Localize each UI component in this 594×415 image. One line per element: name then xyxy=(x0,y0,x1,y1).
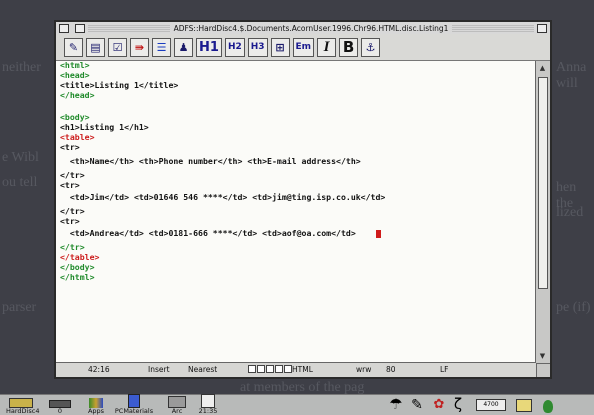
file-type: HTML xyxy=(292,365,313,374)
bg-line: Anna will xyxy=(556,60,587,91)
vertical-scrollbar[interactable]: ▲ ▼ xyxy=(535,61,550,363)
code-line: <html> xyxy=(60,61,90,70)
code-line: <h1>Listing 1</h1> xyxy=(60,122,149,132)
draw-icon[interactable]: ✎ xyxy=(408,397,426,413)
scroll-up-icon[interactable]: ▲ xyxy=(537,63,548,73)
italic-button[interactable]: I xyxy=(317,37,337,57)
flag-squares xyxy=(248,365,293,374)
code-line: <tr> xyxy=(60,216,80,226)
code-line: <body> xyxy=(60,112,90,122)
apps-icon[interactable]: Apps xyxy=(84,398,108,415)
text-cursor xyxy=(376,230,381,238)
h2-button[interactable]: H2 xyxy=(224,37,245,57)
editor-window[interactable]: ADFS::HardDisc4.$.Documents.AcornUser.19… xyxy=(54,20,552,379)
toolbar: ✎ ▤ ☑ ⇛ ☰ ♟ H1 H2 H3 ⊞ Em I B ⚓ xyxy=(56,34,550,61)
bg-line: neither xyxy=(2,60,41,75)
toggle-size-button[interactable] xyxy=(537,23,547,33)
list-icon[interactable]: ▤ xyxy=(86,37,105,57)
window-title-area[interactable]: ADFS::HardDisc4.$.Documents.AcornUser.19… xyxy=(88,23,534,33)
text-area[interactable]: <html> <head> <title>Listing 1</title> <… xyxy=(56,61,536,363)
memory-display[interactable]: 4700 xyxy=(476,399,506,411)
display-icon[interactable] xyxy=(516,399,534,412)
image-icon[interactable]: ♟ xyxy=(174,37,193,57)
icon-bar: HardDisc4 0 Apps PCMaterials Arc 21:35 ☂… xyxy=(0,394,594,415)
line-ending: LF xyxy=(440,365,449,374)
code-line: </tr> xyxy=(60,170,85,180)
em-button[interactable]: Em xyxy=(292,37,315,57)
clock-icon[interactable]: 21:35 xyxy=(194,394,222,415)
code-line: </table> xyxy=(60,252,100,262)
blockquote-button[interactable]: ⊞ xyxy=(270,37,290,57)
bg-line: ou tell xyxy=(2,175,38,190)
floppy-icon[interactable]: 0 xyxy=(48,400,72,415)
code-line: </head> xyxy=(60,90,95,100)
arrow-right-icon[interactable]: ⇛ xyxy=(130,37,149,57)
resize-handle[interactable] xyxy=(536,363,550,377)
snake-icon[interactable]: ζ xyxy=(452,395,464,413)
status-bar: 42:16 Insert Nearest HTML wrw 80 LF xyxy=(56,362,536,377)
arcfs-icon[interactable]: Arc xyxy=(164,396,190,415)
code-line: <th>Name</th> <th>Phone number</th> <th>… xyxy=(60,156,361,166)
scroll-down-icon[interactable]: ▼ xyxy=(537,351,548,361)
anchor-icon[interactable]: ⚓ xyxy=(361,37,381,57)
code-line: <tr> xyxy=(60,180,80,190)
back-button[interactable] xyxy=(59,23,69,33)
harddisc-icon[interactable]: HardDisc4 xyxy=(6,398,39,415)
code-line: <td>Andrea</td> <td>0181-666 ****</td> <… xyxy=(60,228,356,238)
wrap-mode: wrw xyxy=(356,365,372,374)
code-line: </tr> xyxy=(60,242,85,252)
code-line: </body> xyxy=(60,262,95,272)
close-button[interactable] xyxy=(75,23,85,33)
bg-line: pe (if) xyxy=(556,300,591,315)
bg-line: lized xyxy=(556,205,584,220)
cursor-position: 42:16 xyxy=(88,365,110,374)
rule-icon[interactable]: ☰ xyxy=(152,37,171,57)
bg-line: parser xyxy=(2,300,37,315)
code-line: <title>Listing 1</title> xyxy=(60,80,179,90)
h1-button[interactable]: H1 xyxy=(196,37,222,57)
h3-button[interactable]: H3 xyxy=(247,37,268,57)
match-mode: Nearest xyxy=(188,365,218,374)
code-line: <head> xyxy=(60,70,90,80)
code-line: </tr> xyxy=(60,206,85,216)
pcmaterials-icon[interactable]: PCMaterials xyxy=(112,394,156,415)
pencil-icon[interactable]: ✎ xyxy=(64,37,83,57)
code-line: <tr> xyxy=(60,142,80,152)
scroll-thumb[interactable] xyxy=(538,77,548,289)
tools-icon[interactable]: ☂ xyxy=(388,395,404,413)
code-line: <td>Jim</td> <td>01646 546 ****</td> <td… xyxy=(60,192,386,202)
check-icon[interactable]: ☑ xyxy=(108,37,127,57)
wrap-width: 80 xyxy=(386,365,396,374)
palette-icon[interactable]: ✿ xyxy=(430,397,448,412)
edit-mode: Insert xyxy=(148,365,170,374)
bg-line: e Wibl xyxy=(2,150,39,165)
window-title: ADFS::HardDisc4.$.Documents.AcornUser.19… xyxy=(169,23,453,33)
code-line: <table> xyxy=(60,132,95,142)
memory-value: 4700 xyxy=(476,399,506,411)
bold-button[interactable]: B xyxy=(339,37,359,57)
code-line: </html> xyxy=(60,272,95,282)
acorn-icon[interactable] xyxy=(540,400,556,413)
